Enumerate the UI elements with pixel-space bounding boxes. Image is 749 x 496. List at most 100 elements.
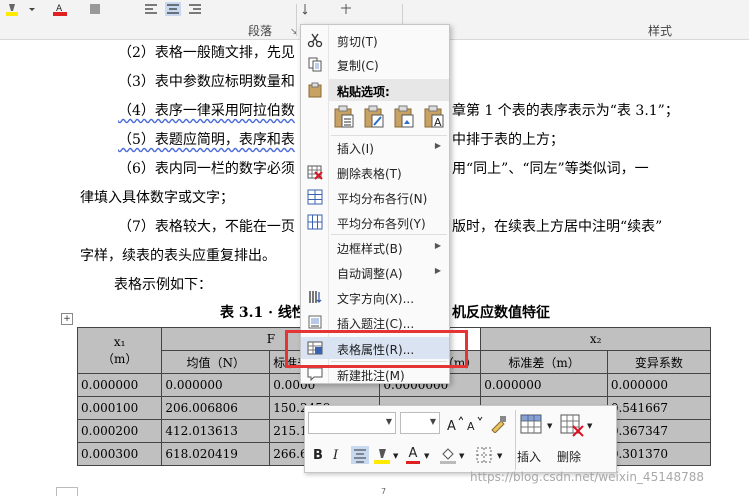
chevron-down-icon[interactable]: ▼ <box>424 452 429 460</box>
table-cell[interactable]: 0.367347 <box>606 419 712 443</box>
svg-text:A: A <box>434 116 442 129</box>
shading-icon[interactable] <box>439 446 457 464</box>
toolbar-separator <box>515 410 516 470</box>
menu-item-text-direction[interactable]: 文字方向(X)... <box>301 286 449 308</box>
svg-text:A: A <box>56 4 63 14</box>
show-marks-icon[interactable] <box>338 2 354 16</box>
clipboard-icon <box>308 82 322 98</box>
chevron-down-icon[interactable]: ▼ <box>393 452 398 460</box>
table-cell[interactable]: 0.000200 <box>76 419 163 443</box>
menu-item-label: 平均分布各行(N) <box>337 192 428 206</box>
table-cell[interactable]: x₂ <box>480 327 711 351</box>
align-right-icon[interactable] <box>187 2 203 16</box>
doc-line: （5）表题应简明，表序和表 <box>118 132 295 148</box>
table-cell[interactable]: 0.000000 <box>161 373 271 397</box>
menu-item-label: 新建批注(M) <box>337 369 405 383</box>
character-shading-icon[interactable] <box>88 2 104 16</box>
table-cell[interactable]: 0.000100 <box>76 396 163 420</box>
paste-text-only-icon[interactable]: A <box>423 105 445 129</box>
table-cell[interactable]: 0.000300 <box>76 442 163 466</box>
shrink-font-icon[interactable]: A <box>467 416 483 432</box>
font-color-icon[interactable]: A <box>52 2 68 16</box>
table-cell[interactable]: 均值（N） <box>161 350 271 374</box>
chevron-down-icon[interactable]: ▼ <box>547 422 552 430</box>
borders-icon[interactable] <box>475 446 493 464</box>
distribute-rows-icon <box>307 189 323 205</box>
insert-label[interactable]: 插入 <box>517 448 541 465</box>
font-size-combo[interactable]: ▼ <box>400 412 440 434</box>
table-cell[interactable]: 618.020419 <box>161 442 271 466</box>
menu-item-copy[interactable]: 复制(C) <box>301 53 449 75</box>
table-cell[interactable]: 0.301370 <box>606 442 712 466</box>
sort-icon[interactable] <box>302 2 318 16</box>
new-comment-icon <box>307 367 323 382</box>
menu-item-label: 复制(C) <box>337 59 379 73</box>
table-cell[interactable]: 0.541667 <box>606 396 712 420</box>
chevron-down-icon[interactable]: ▼ <box>459 452 464 460</box>
chevron-down-icon: ▼ <box>429 417 436 426</box>
chevron-down-icon[interactable]: ▼ <box>587 422 592 430</box>
menu-item-delete-table[interactable]: 删除表格(T) <box>301 161 449 183</box>
table-cell[interactable]: 0.000000 <box>480 373 608 397</box>
menu-item-cut[interactable]: 剪切(T) <box>301 29 449 51</box>
align-left-icon[interactable] <box>143 2 159 16</box>
menu-item-distribute-rows[interactable]: 平均分布各行(N) <box>301 186 449 208</box>
menu-item-label: 剪切(T) <box>337 35 378 49</box>
center-align-icon[interactable] <box>351 446 369 464</box>
doc-line: 版时，在续表上方居中注明“续表” <box>452 219 663 235</box>
font-name-combo[interactable]: ▼ <box>308 412 396 434</box>
menu-item-border-styles[interactable]: 边框样式(B) ▶ <box>301 236 449 258</box>
text-direction-icon <box>309 291 322 303</box>
font-color-button[interactable]: A <box>406 446 420 464</box>
doc-line: （2）表格一般随文排，先见 <box>118 45 295 61</box>
insert-caption-icon <box>308 315 322 329</box>
table-cell[interactable]: 206.006806 <box>161 396 271 420</box>
doc-line: 字样，续表的表头应重复排出。 <box>80 248 276 264</box>
doc-line: 用“同上”、“同左”等类似词，一 <box>452 161 649 177</box>
doc-line: 律填入具体数字或文字； <box>80 190 234 206</box>
table-cell[interactable]: 变异系数 <box>606 350 712 374</box>
paste-keep-source-icon[interactable] <box>333 105 355 129</box>
table-caption: 表 3.1 · 线性 <box>220 305 306 321</box>
table-move-handle-icon[interactable]: + <box>61 313 73 325</box>
table-cell[interactable]: x₁ （m） <box>76 327 163 374</box>
menu-item-insert[interactable]: 插入(I) ▶ <box>301 136 449 158</box>
format-painter-icon[interactable] <box>489 415 507 433</box>
ribbon-separator <box>296 4 297 36</box>
bold-button[interactable]: B <box>313 448 323 463</box>
doc-line: 章第 1 个表的表序表示为“表 3.1”； <box>452 103 679 119</box>
highlight-color-icon[interactable] <box>4 2 20 16</box>
highlight-annotation-box <box>285 330 468 368</box>
paragraph-group-label: 段落 <box>248 24 273 38</box>
mini-toolbar: ▼ ▼ A A B I ▼ A ▼ ▼ ▼ ▼ 插入 ▼ 删除 <box>304 405 617 473</box>
table-cell[interactable]: 0.000000 <box>76 373 163 397</box>
align-center-icon[interactable] <box>165 2 181 16</box>
chevron-down-icon[interactable]: ▼ <box>497 452 502 460</box>
menu-item-distribute-columns[interactable]: 平均分布各列(Y) <box>301 211 449 233</box>
table-cell[interactable]: 0.000000 <box>606 373 712 397</box>
delete-label[interactable]: 删除 <box>557 448 581 465</box>
grow-font-icon[interactable]: A <box>447 416 463 432</box>
dropdown-arrow-icon[interactable] <box>24 2 40 16</box>
doc-line: （6）表内同一栏的数字必须 <box>118 161 295 177</box>
paste-picture-icon[interactable] <box>393 105 415 129</box>
italic-button[interactable]: I <box>333 448 338 463</box>
paste-merge-format-icon[interactable] <box>363 105 385 129</box>
table-cell[interactable]: 标准差（m） <box>480 350 608 374</box>
menu-item-label: 自动调整(A) <box>337 267 403 281</box>
menu-item-label: 删除表格(T) <box>337 167 402 181</box>
delete-table-icon[interactable] <box>559 412 585 438</box>
insert-table-icon[interactable] <box>519 412 545 438</box>
submenu-arrow-icon: ▶ <box>434 266 441 275</box>
table-cell[interactable]: 412.013613 <box>161 419 271 443</box>
doc-line: 表格示例如下： <box>114 277 212 293</box>
doc-line: （3）表中参数应标明数量和 <box>118 74 295 90</box>
doc-line: 中排于表的上方； <box>452 132 564 148</box>
highlight-color-icon[interactable] <box>373 446 391 464</box>
copy-icon <box>308 57 322 72</box>
menu-item-label: 边框样式(B) <box>337 242 403 256</box>
paste-options-header: 粘贴选项: <box>329 79 449 101</box>
delete-table-icon <box>307 165 323 180</box>
doc-line: （7）表格较大，不能在一页 <box>118 219 295 235</box>
menu-item-autofit[interactable]: 自动调整(A) ▶ <box>301 261 449 283</box>
